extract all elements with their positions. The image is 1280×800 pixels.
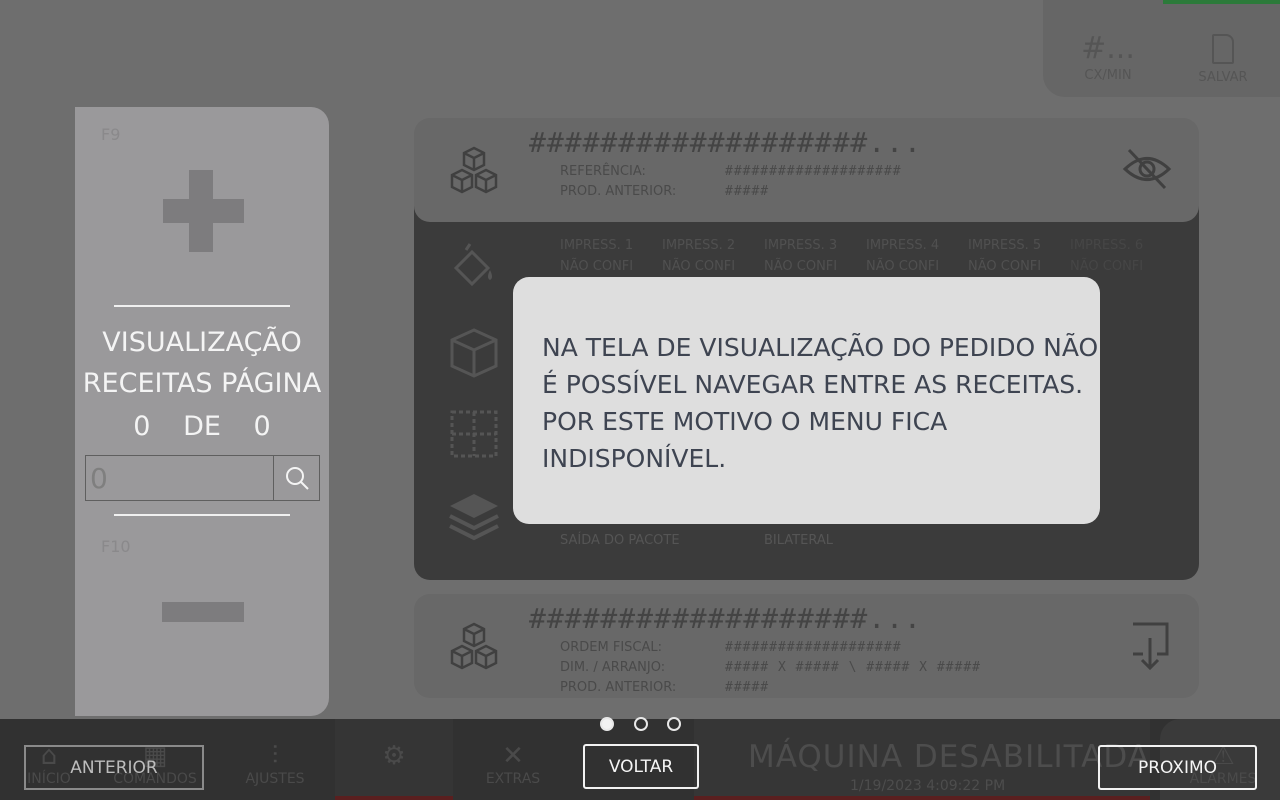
tour-tooltip: NA TELA DE VISUALIZAÇÃO DO PEDIDO NÃO É … (513, 277, 1100, 524)
tooltip-line: É POSSÍVEL NAVEGAR ENTRE AS RECEITAS. (542, 370, 1084, 399)
recipes-title-line2: RECEITAS PÁGINA (82, 368, 322, 399)
page-indicator: 0 DE 0 (75, 411, 329, 442)
print-slot-5: IMPRESS. 5 NÃO CONFI (968, 238, 1042, 274)
download-icon[interactable] (1129, 620, 1171, 672)
print-slot-2: IMPRESS. 2 NÃO CONFI (662, 238, 736, 274)
next-order-title: ###################... (529, 602, 922, 635)
nav-ajustes-label: AJUSTES (245, 771, 305, 787)
print-slot-3: IMPRESS. 3 NÃO CONFI (764, 238, 838, 274)
machine-status-text: MÁQUINA DESABILITADA (748, 739, 1150, 775)
tour-step-dot[interactable] (667, 717, 681, 731)
print-slot-1: IMPRESS. 1 NÃO CONFI (560, 238, 634, 274)
nav-ajustes[interactable]: ⫶ AJUSTES (240, 741, 310, 787)
sd-card-icon (1212, 34, 1234, 64)
tools-icon: ✕ (502, 741, 524, 771)
order-card: ###################... REFERÊNCIA: ######… (414, 118, 1199, 222)
tour-next-button[interactable]: PROXIMO (1098, 745, 1257, 790)
grid-layout-icon (450, 410, 498, 458)
exit-label: SAÍDA DO PACOTE (560, 533, 680, 548)
divider-bottom (114, 514, 290, 516)
speed-counter: #... CX/MIN (1073, 30, 1143, 83)
box-icon (450, 328, 498, 378)
minus-icon[interactable] (162, 602, 244, 622)
top-right-panel: #... CX/MIN SALVAR (1043, 0, 1280, 97)
recipes-title-line1: VISUALIZAÇÃO (102, 327, 302, 358)
order-prev-product-row: PROD. ANTERIOR: ##### (560, 184, 770, 199)
recipe-search-input[interactable] (86, 456, 274, 500)
fiscal-order-row: ORDEM FISCAL: #################### (560, 640, 902, 655)
f10-key-label: F10 (101, 537, 131, 556)
tooltip-line: POR ESTE MOTIVO O MENU FICA (542, 407, 948, 436)
sliders-icon: ⫶ (271, 741, 279, 771)
print-slot-4: IMPRESS. 4 NÃO CONFI (866, 238, 940, 274)
page-separator: DE (183, 411, 221, 442)
divider-top (114, 305, 290, 307)
recipes-panel: F9 VISUALIZAÇÃO RECEITAS PÁGINA 0 DE 0 F… (75, 107, 329, 716)
f9-key-label: F9 (101, 125, 121, 144)
order-title: ###################... (529, 126, 922, 159)
nav-extras-label: EXTRAS (485, 771, 541, 787)
speed-counter-value: #... (1081, 31, 1135, 66)
cubes-icon (450, 622, 498, 670)
search-button[interactable] (273, 456, 319, 500)
status-indicator-line (694, 796, 1150, 800)
page-total: 0 (253, 411, 271, 442)
tour-prev-button[interactable]: ANTERIOR (24, 745, 204, 790)
speed-counter-label: CX/MIN (1084, 68, 1132, 83)
tooltip-line: INDISPONÍVEL. (542, 444, 727, 473)
tour-step-dot-active[interactable] (600, 717, 614, 731)
next-order-card: ###################... ORDEM FISCAL: ####… (414, 594, 1199, 698)
recipe-search (85, 455, 320, 501)
search-icon (285, 467, 309, 490)
nav-extras[interactable]: ✕ EXTRAS (478, 741, 548, 787)
tour-back-button[interactable]: VOLTAR (583, 744, 699, 789)
cubes-icon (450, 146, 498, 194)
next-prev-product-row: PROD. ANTERIOR: ##### (560, 680, 770, 695)
page-current: 0 (133, 411, 151, 442)
exit-value: BILATERAL (764, 533, 833, 548)
tour-step-dot[interactable] (634, 717, 648, 731)
dimension-row: DIM. / ARRANJO: ##### X ##### \ ##### X #… (560, 660, 981, 675)
nav-current[interactable]: ⚙ (365, 741, 423, 771)
machine-status-datetime: 1/19/2023 4:09:22 PM (850, 778, 1006, 794)
save-label: SALVAR (1198, 70, 1248, 85)
save-button[interactable]: SALVAR (1188, 30, 1258, 85)
eye-slash-icon[interactable] (1121, 146, 1173, 192)
status-bar-green (1163, 0, 1280, 4)
paint-bucket-icon (453, 243, 492, 287)
settings-icon: ⚙ (382, 741, 406, 771)
order-reference-row: REFERÊNCIA: #################### (560, 164, 902, 179)
tooltip-line: NA TELA DE VISUALIZAÇÃO DO PEDIDO NÃO (542, 333, 1099, 362)
layers-icon (449, 494, 499, 541)
print-slot-6: IMPRESS. 6 NÃO CONFI (1070, 238, 1144, 274)
